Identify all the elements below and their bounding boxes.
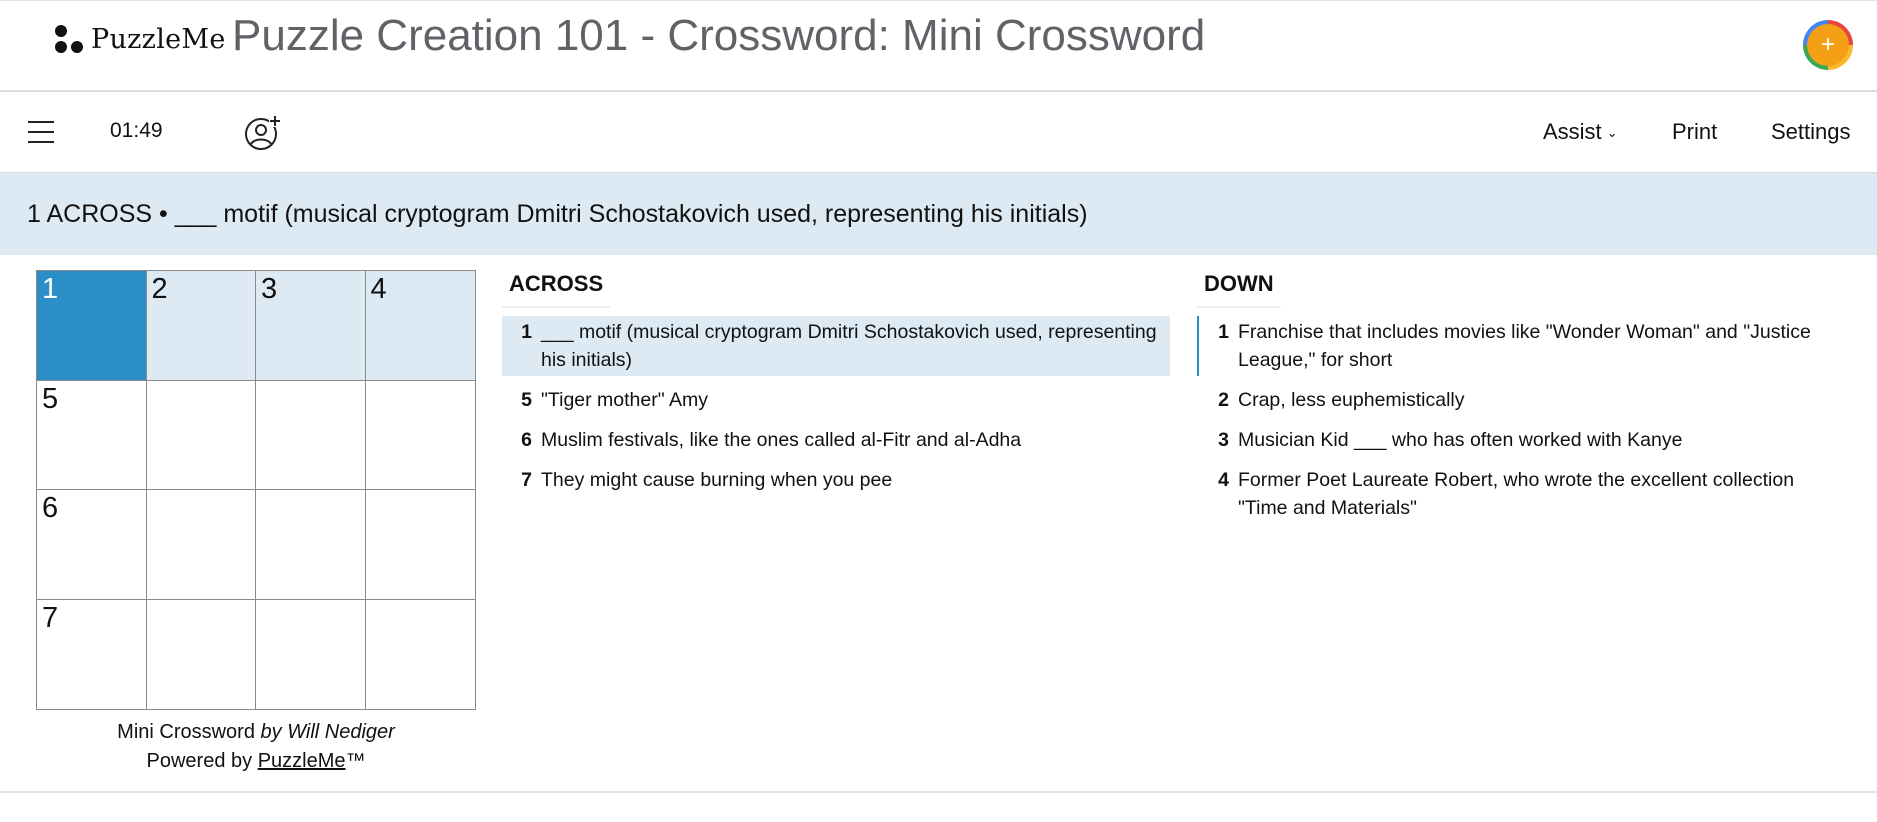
grid-cell[interactable]: 7 bbox=[37, 599, 147, 709]
cell-number: 3 bbox=[261, 273, 278, 305]
clue-text: Musician Kid ___ who has often worked wi… bbox=[1238, 429, 1683, 451]
grid-cell[interactable] bbox=[365, 380, 475, 490]
cell-number: 1 bbox=[42, 273, 59, 305]
grid-cell[interactable]: 4 bbox=[365, 271, 475, 381]
chevron-down-icon: ⌄ bbox=[1606, 125, 1618, 140]
across-clue-item[interactable]: 5 "Tiger mother" Amy bbox=[502, 384, 1170, 416]
cell-number: 5 bbox=[42, 382, 59, 415]
trademark-symbol: ™ bbox=[345, 750, 366, 772]
puzzleme-logo-icon bbox=[53, 23, 85, 55]
grid-cell[interactable]: 2 bbox=[146, 271, 256, 381]
grid-cell[interactable] bbox=[146, 490, 256, 600]
down-clue-item[interactable]: 1 Franchise that includes movies like "Wo… bbox=[1197, 316, 1847, 376]
settings-button[interactable]: Settings bbox=[1771, 119, 1851, 145]
across-clue-item[interactable]: 6 Muslim festivals, like the ones called … bbox=[502, 424, 1170, 456]
puzzleme-logo[interactable]: PuzzleMe bbox=[53, 21, 226, 57]
down-clue-list: 1 Franchise that includes movies like "Wo… bbox=[1197, 316, 1847, 524]
bottom-divider bbox=[0, 791, 1877, 793]
cell-number: 2 bbox=[151, 273, 168, 305]
across-clue-item[interactable]: 1 ___ motif (musical cryptogram Dmitri Sc… bbox=[502, 316, 1170, 376]
down-heading: DOWN bbox=[1197, 268, 1281, 308]
across-clue-item[interactable]: 7 They might cause burning when you pee bbox=[502, 464, 1170, 496]
grid-cell[interactable]: 3 bbox=[256, 271, 366, 381]
puzzle-toolbar: 01:49 Assist ⌄ Print Settings bbox=[0, 92, 1877, 173]
grid-cell[interactable]: 1 bbox=[37, 271, 147, 381]
grid-cell[interactable] bbox=[146, 380, 256, 490]
down-clue-item[interactable]: 2 Crap, less euphemistically bbox=[1197, 384, 1847, 416]
clue-text: Crap, less euphemistically bbox=[1238, 389, 1465, 411]
clue-text: They might cause burning when you pee bbox=[541, 469, 893, 491]
grid-cell[interactable] bbox=[365, 490, 475, 600]
clue-text: ___ motif (musical cryptogram Dmitri Sch… bbox=[541, 321, 1157, 371]
grid-cell[interactable] bbox=[256, 380, 366, 490]
grid-cell[interactable] bbox=[256, 490, 366, 600]
hamburger-menu-icon[interactable] bbox=[28, 118, 56, 146]
grid-cell[interactable] bbox=[146, 599, 256, 709]
avatar-plus-icon: + bbox=[1807, 24, 1849, 66]
across-heading: ACROSS bbox=[502, 268, 611, 308]
puzzle-author: by Will Nediger bbox=[260, 721, 395, 743]
across-clues-panel: ACROSS 1 ___ motif (musical cryptogram Dm… bbox=[502, 268, 1170, 496]
clue-number: 5 bbox=[521, 389, 532, 411]
app-header: PuzzleMe Puzzle Creation 101 - Crossword… bbox=[0, 1, 1877, 92]
grid-cell[interactable]: 6 bbox=[37, 490, 147, 600]
grid-cell[interactable] bbox=[365, 599, 475, 709]
down-clue-item[interactable]: 3 Musician Kid ___ who has often worked w… bbox=[1197, 424, 1847, 456]
clue-text: "Tiger mother" Amy bbox=[541, 389, 708, 411]
down-clue-item[interactable]: 4 Former Poet Laureate Robert, who wrote … bbox=[1197, 464, 1847, 524]
cell-number: 4 bbox=[370, 273, 387, 305]
logo-text: PuzzleMe bbox=[91, 23, 226, 55]
clue-number: 2 bbox=[1218, 389, 1229, 411]
across-clue-list: 1 ___ motif (musical cryptogram Dmitri Sc… bbox=[502, 316, 1170, 496]
down-clues-panel: DOWN 1 Franchise that includes movies lik… bbox=[1197, 268, 1847, 524]
print-button[interactable]: Print bbox=[1672, 119, 1717, 145]
puzzle-name: Mini Crossword bbox=[117, 721, 255, 743]
page-title: Puzzle Creation 101 - Crossword: Mini Cr… bbox=[232, 11, 1206, 60]
clue-text: Former Poet Laureate Robert, who wrote t… bbox=[1238, 469, 1795, 519]
assist-label: Assist bbox=[1543, 119, 1602, 144]
powered-by-label: Powered by bbox=[146, 750, 253, 772]
add-user-icon[interactable] bbox=[244, 114, 282, 152]
clue-text: Franchise that includes movies like "Won… bbox=[1238, 321, 1811, 371]
clue-number: 4 bbox=[1218, 469, 1229, 491]
assist-menu[interactable]: Assist ⌄ bbox=[1543, 119, 1618, 145]
puzzleme-link[interactable]: PuzzleMe bbox=[258, 750, 346, 772]
cell-number: 7 bbox=[42, 601, 59, 634]
current-clue-bar: 1 ACROSS • ___ motif (musical cryptogram… bbox=[0, 173, 1877, 255]
puzzle-credit: Mini Crossword by Will Nediger Powered b… bbox=[36, 718, 476, 776]
clue-text: Muslim festivals, like the ones called a… bbox=[541, 429, 1022, 451]
clue-number: 7 bbox=[521, 469, 532, 491]
timer[interactable]: 01:49 bbox=[110, 119, 163, 143]
user-avatar[interactable]: + bbox=[1803, 20, 1853, 70]
cell-number: 6 bbox=[42, 492, 59, 524]
clue-number: 6 bbox=[521, 429, 532, 451]
grid-cell[interactable] bbox=[256, 599, 366, 709]
clue-number: 1 bbox=[1218, 321, 1229, 343]
grid-cell[interactable]: 5 bbox=[37, 380, 147, 490]
clue-number: 1 bbox=[521, 321, 532, 343]
current-clue-text: 1 ACROSS • ___ motif (musical cryptogram… bbox=[27, 200, 1088, 228]
crossword-grid: 1 2 3 4 5 6 7 bbox=[36, 270, 476, 710]
clue-number: 3 bbox=[1218, 429, 1229, 451]
